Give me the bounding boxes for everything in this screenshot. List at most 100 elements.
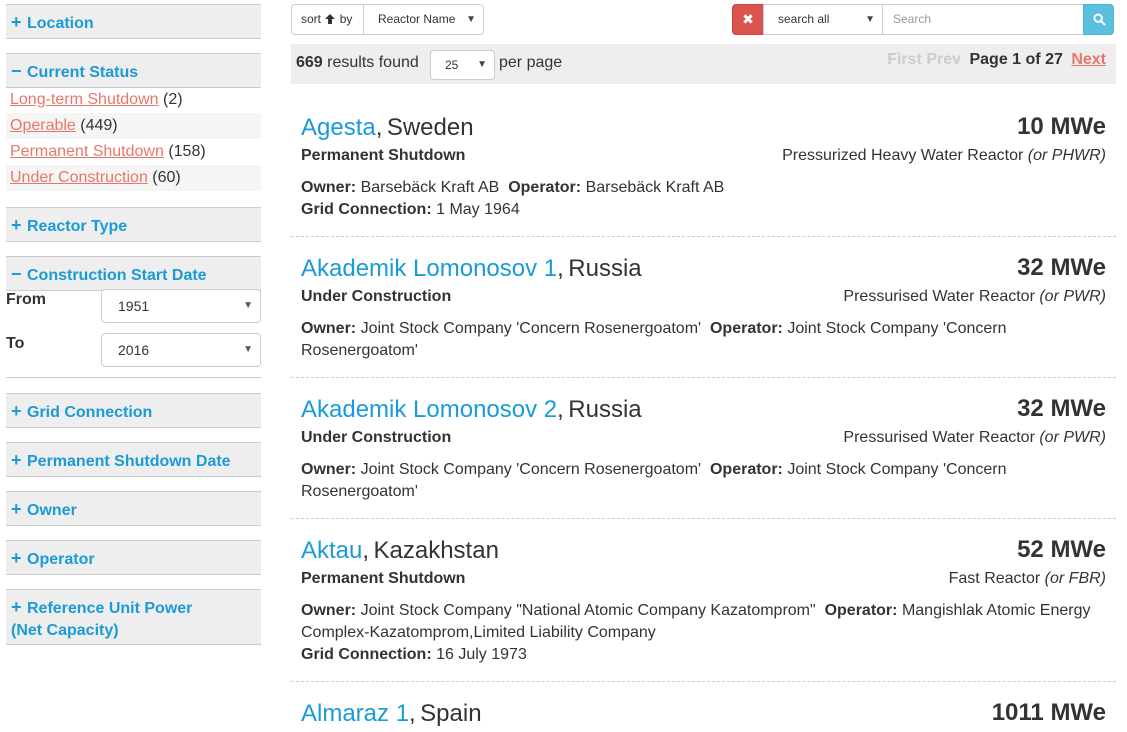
reactor-power: 52 MWe [1017, 536, 1106, 563]
result-item: Akademik Lomonosov 1, Russia 32 MWe Unde… [291, 254, 1116, 378]
caret-down-icon: ▼ [243, 300, 253, 311]
reactor-name-link[interactable]: Agesta [301, 113, 376, 143]
to-date-row: To 2016 ▼ [6, 333, 261, 377]
comma: , [409, 700, 416, 727]
owner-label: Owner: [301, 602, 357, 619]
reactor-country: Russia [568, 255, 642, 282]
next-page-link[interactable]: Next [1071, 51, 1106, 68]
facet-location[interactable]: + Location [6, 4, 261, 39]
status-item: Under Construction (60) [6, 165, 261, 191]
minus-icon: − [11, 61, 22, 81]
reactor-name-link[interactable]: Akademik Lomonosov 1 [301, 254, 557, 284]
facet-label-line2: (Net Capacity) [11, 622, 119, 639]
search-button[interactable] [1083, 4, 1114, 35]
reactor-country: Russia [568, 396, 642, 423]
comma: , [557, 396, 564, 423]
grid-label: Grid Connection: [301, 201, 432, 218]
reactor-type: Pressurized Heavy Water Reactor (or PHWR… [782, 147, 1106, 165]
facet-label: Permanent Shutdown Date [27, 453, 231, 470]
facet-label: Location [27, 15, 94, 32]
facet-label: Current Status [27, 64, 139, 81]
owner-label: Owner: [301, 179, 357, 196]
per-page-select[interactable]: 25 ▼ [430, 50, 495, 80]
search-icon [1093, 13, 1106, 26]
results-bar: 669 results found 25 ▼ per page First Pr… [291, 44, 1116, 84]
search-scope-value: search all [778, 12, 830, 26]
divider [6, 377, 261, 378]
status-count: (158) [168, 143, 206, 160]
reactor-name-link[interactable]: Aktau [301, 536, 362, 566]
reactor-country: Sweden [386, 114, 474, 141]
facet-operator[interactable]: + Operator [6, 540, 261, 575]
facet-permanent-shutdown-date[interactable]: + Permanent Shutdown Date [6, 442, 261, 477]
minus-icon: − [11, 264, 22, 284]
reactor-country: Spain [420, 700, 482, 727]
owner-value: Joint Stock Company "National Atomic Com… [360, 602, 816, 619]
search-scope-select[interactable]: search all ▼ [763, 4, 883, 35]
reactor-type-abbr: (or PWR) [1039, 429, 1106, 446]
from-date-row: From 1951 ▼ [6, 289, 261, 333]
operator-label: Operator: [824, 602, 898, 619]
plus-icon: + [11, 548, 22, 568]
reactor-type-name: Pressurised Water Reactor [843, 288, 1035, 305]
first-page-link: First [887, 51, 922, 68]
to-year-select[interactable]: 2016 ▼ [101, 333, 261, 367]
owner-value: Barsebäck Kraft AB [360, 179, 500, 196]
facet-label: Reactor Type [27, 218, 128, 235]
search-input[interactable]: Search [882, 4, 1084, 35]
operator-value: Barsebäck Kraft AB [585, 179, 725, 196]
owner-value: Joint Stock Company 'Concern Rosenergoat… [360, 320, 702, 337]
reactor-details: Owner: Barsebäck Kraft AB Operator: Bars… [301, 177, 1106, 221]
facet-label: Grid Connection [27, 404, 153, 421]
status-count: (2) [162, 91, 183, 108]
result-item: Aktau, Kazakhstan 52 MWe Permanent Shutd… [291, 536, 1116, 682]
status-link-permanent-shutdown[interactable]: Permanent Shutdown [10, 143, 164, 160]
reactor-status: Under Construction [301, 429, 452, 446]
facet-reference-unit-power[interactable]: + Reference Unit Power (Net Capacity) [6, 589, 261, 645]
plus-icon: + [11, 215, 22, 235]
caret-down-icon: ▼ [477, 59, 487, 70]
operator-label: Operator: [508, 179, 582, 196]
clear-search-button[interactable]: ✖ [732, 4, 764, 35]
comma: , [375, 114, 383, 141]
comma: , [557, 255, 564, 282]
facet-grid-connection[interactable]: + Grid Connection [6, 393, 261, 428]
caret-down-icon: ▼ [865, 14, 875, 25]
facet-reactor-type[interactable]: + Reactor Type [6, 207, 261, 242]
reactor-details: Owner: Joint Stock Company 'Concern Rose… [301, 318, 1021, 362]
results-count: 669 results found [296, 54, 419, 72]
status-link-under-construction[interactable]: Under Construction [10, 169, 148, 186]
sort-field-select[interactable]: Reactor Name ▼ [363, 4, 484, 35]
results-number: 669 [296, 54, 323, 71]
to-label: To [6, 335, 25, 352]
facet-current-status[interactable]: − Current Status [6, 53, 261, 88]
facet-construction-start-date[interactable]: − Construction Start Date [6, 256, 261, 291]
operator-label: Operator: [709, 461, 783, 478]
comma: , [362, 537, 370, 564]
reactor-type-abbr: (or PWR) [1039, 288, 1106, 305]
facet-owner[interactable]: + Owner [6, 491, 261, 526]
from-year-select[interactable]: 1951 ▼ [101, 289, 261, 323]
status-count: (60) [152, 169, 181, 186]
sort-direction-button[interactable]: sort by [291, 4, 364, 35]
reactor-type-abbr: (or FBR) [1044, 570, 1106, 587]
grid-value: 16 July 1973 [436, 646, 527, 663]
owner-label: Owner: [301, 320, 357, 337]
reactor-power: 32 MWe [1017, 395, 1106, 422]
status-link-operable[interactable]: Operable [10, 117, 76, 134]
reactor-name-link[interactable]: Akademik Lomonosov 2 [301, 395, 557, 425]
results-suffix: results found [327, 54, 419, 71]
plus-icon: + [11, 401, 22, 421]
status-item: Operable (449) [6, 113, 261, 139]
plus-icon: + [11, 12, 22, 32]
reactor-details: Owner: Joint Stock Company "National Ato… [301, 600, 1106, 666]
to-year-value: 2016 [118, 342, 150, 358]
reactor-type-abbr: (or PHWR) [1027, 147, 1106, 164]
status-item: Permanent Shutdown (158) [6, 139, 261, 165]
grid-label: Grid Connection: [301, 646, 432, 663]
reactor-type: Pressurised Water Reactor (or PWR) [843, 288, 1106, 306]
reactor-name-link[interactable]: Almaraz 1 [301, 699, 409, 729]
status-link-long-term-shutdown[interactable]: Long-term Shutdown [10, 91, 159, 108]
facet-label: Reference Unit Power [27, 600, 193, 617]
result-item: Almaraz 1, Spain 1011 MWe [291, 699, 1116, 732]
